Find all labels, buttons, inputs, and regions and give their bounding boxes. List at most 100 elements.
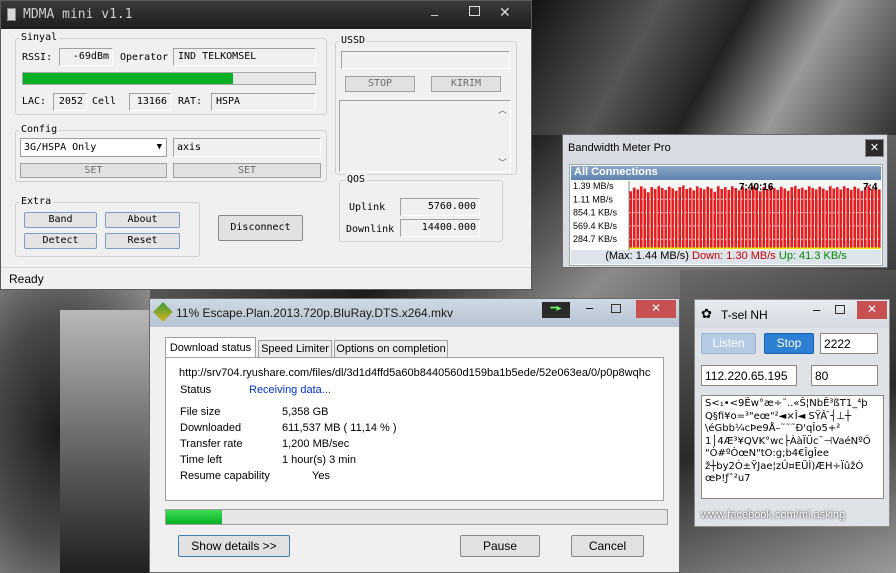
config-legend: Config [19, 124, 60, 135]
bar-down [632, 187, 636, 249]
ip-input[interactable]: 112.220.65.195 [701, 365, 797, 386]
bar-down [699, 188, 703, 249]
cancel-button[interactable]: Cancel [571, 535, 644, 557]
maximize-icon[interactable] [611, 304, 621, 313]
download-progress-bar [165, 509, 668, 525]
bandwidth-window: Bandwidth Meter Pro ✕ All Connections 1.… [562, 134, 888, 268]
bar-down [755, 187, 759, 249]
operator-label: Operator [120, 52, 169, 63]
tsel-close-button[interactable]: ✕ [857, 301, 887, 319]
download-status-panel: http://srv704.ryushare.com/files/dl/3d1d… [165, 357, 664, 501]
about-button[interactable]: About [105, 212, 180, 228]
ussd-stop-button[interactable]: STOP [345, 76, 415, 92]
bar-down [678, 187, 682, 249]
ussd-input[interactable] [341, 51, 510, 69]
qos-legend: QOS [345, 174, 368, 185]
detail-label: Resume capability [180, 470, 270, 482]
line-up [629, 247, 881, 249]
bar-down [748, 189, 752, 249]
set-apn-button[interactable]: SET [173, 163, 321, 178]
detail-label: Time left [180, 454, 222, 466]
port2-input[interactable]: 80 [811, 365, 878, 386]
detail-row: Time left 1 hour(s) 3 min [180, 454, 510, 470]
extra-legend: Extra [19, 196, 54, 207]
detail-value: 611,537 MB ( 11,14 % ) [282, 422, 397, 434]
bar-down [688, 187, 692, 249]
show-details-button[interactable]: Show details >> [178, 535, 290, 557]
bar-down [832, 188, 836, 249]
detail-label: Downloaded [180, 422, 242, 434]
apn-input[interactable]: axis [173, 138, 321, 157]
minimize-icon[interactable]: – [813, 302, 820, 317]
y-tick-label: 854.1 KB/s [573, 208, 618, 218]
tab-speed-limiter[interactable]: Speed Limiter [258, 340, 332, 358]
tsel-window: ✿ T-sel NH – ✕ Listen Stop 2222 112.220.… [694, 299, 890, 527]
pause-button[interactable]: Pause [460, 535, 540, 557]
download-app-icon [153, 302, 173, 322]
bar-down [744, 188, 748, 249]
lac-value: 2052 [53, 93, 87, 111]
band-button[interactable]: Band [24, 212, 97, 228]
detail-label: File size [180, 406, 221, 418]
status-text: Ready [9, 272, 44, 286]
log-textarea[interactable]: S<₁•<9Êw°æ÷˜..«Š¦NbÊ³ßT1_⁴ϸ Q§fi¥ο=³"eœ"… [701, 395, 884, 499]
stop-button[interactable]: Stop [764, 333, 814, 354]
bar-down [835, 187, 839, 249]
scroll-down-icon[interactable]: ﹀ [498, 156, 507, 169]
disconnect-button[interactable]: Disconnect [218, 215, 303, 241]
close-icon[interactable]: ✕ [499, 4, 511, 21]
minimize-icon[interactable]: – [431, 7, 438, 22]
ussd-kirim-button[interactable]: KIRIM [431, 76, 501, 92]
chevron-down-icon: ▼ [156, 142, 162, 152]
listen-button[interactable]: Listen [701, 333, 756, 354]
tsel-footer-link[interactable]: www.facebook.com/ml.asking [701, 509, 845, 521]
wallpaper-dragon-top [530, 0, 896, 135]
cell-label: Cell [92, 96, 117, 107]
reset-button[interactable]: Reset [105, 233, 180, 249]
status-label: Status [180, 384, 212, 396]
transfer-icon[interactable]: ━▸ [542, 302, 570, 318]
signal-strength-fill [23, 73, 234, 84]
rat-value: HSPA [211, 93, 316, 111]
download-titlebar[interactable]: 11% Escape.Plan.2013.720p.BluRay.DTS.x26… [150, 299, 679, 327]
bar-down [870, 188, 874, 249]
mode-select-value: 3G/HSPA Only [24, 142, 97, 153]
scroll-up-icon[interactable]: ︿ [498, 103, 507, 116]
maximize-icon[interactable] [835, 305, 845, 314]
mode-select[interactable]: 3G/HSPA Only ▼ [20, 138, 167, 157]
detail-row: Transfer rate 1,200 MB/sec [180, 438, 510, 454]
bar-down [800, 187, 804, 249]
status-value: Receiving data... [249, 384, 331, 396]
set-mode-button[interactable]: SET [20, 163, 167, 178]
download-close-button[interactable]: ✕ [636, 300, 676, 318]
bar-down [863, 187, 867, 249]
bar-down [713, 191, 717, 249]
tab-download-status[interactable]: Download status [165, 337, 256, 358]
gear-icon: ✿ [701, 306, 712, 321]
bar-down [653, 188, 657, 249]
bandwidth-close-button[interactable]: ✕ [865, 139, 884, 157]
cell-value: 13166 [129, 93, 171, 111]
y-tick-label: 284.7 KB/s [573, 234, 618, 244]
bar-down [776, 189, 780, 249]
port-input[interactable]: 2222 [820, 333, 878, 354]
bar-down [685, 188, 689, 249]
tsel-titlebar[interactable]: ✿ T-sel NH – ✕ [695, 300, 889, 328]
maximize-icon[interactable] [469, 6, 480, 16]
bar-down [636, 189, 640, 249]
detect-button[interactable]: Detect [24, 233, 97, 249]
wallpaper-castle [60, 310, 150, 573]
bar-down [783, 188, 787, 249]
bar-down [643, 188, 647, 249]
bar-down [646, 192, 650, 249]
bar-down [814, 189, 818, 249]
tab-options-on-completion[interactable]: Options on completion [334, 340, 448, 358]
bar-down [709, 188, 713, 249]
mdma-titlebar[interactable]: MDMA mini v1.1 – ✕ [1, 1, 531, 29]
minimize-icon[interactable]: – [586, 300, 593, 315]
bar-down [664, 189, 668, 249]
bar-down [629, 191, 633, 249]
ussd-response-area[interactable]: ︿ ﹀ [339, 100, 511, 172]
uplink-label: Uplink [349, 202, 386, 213]
bar-down [804, 189, 808, 249]
